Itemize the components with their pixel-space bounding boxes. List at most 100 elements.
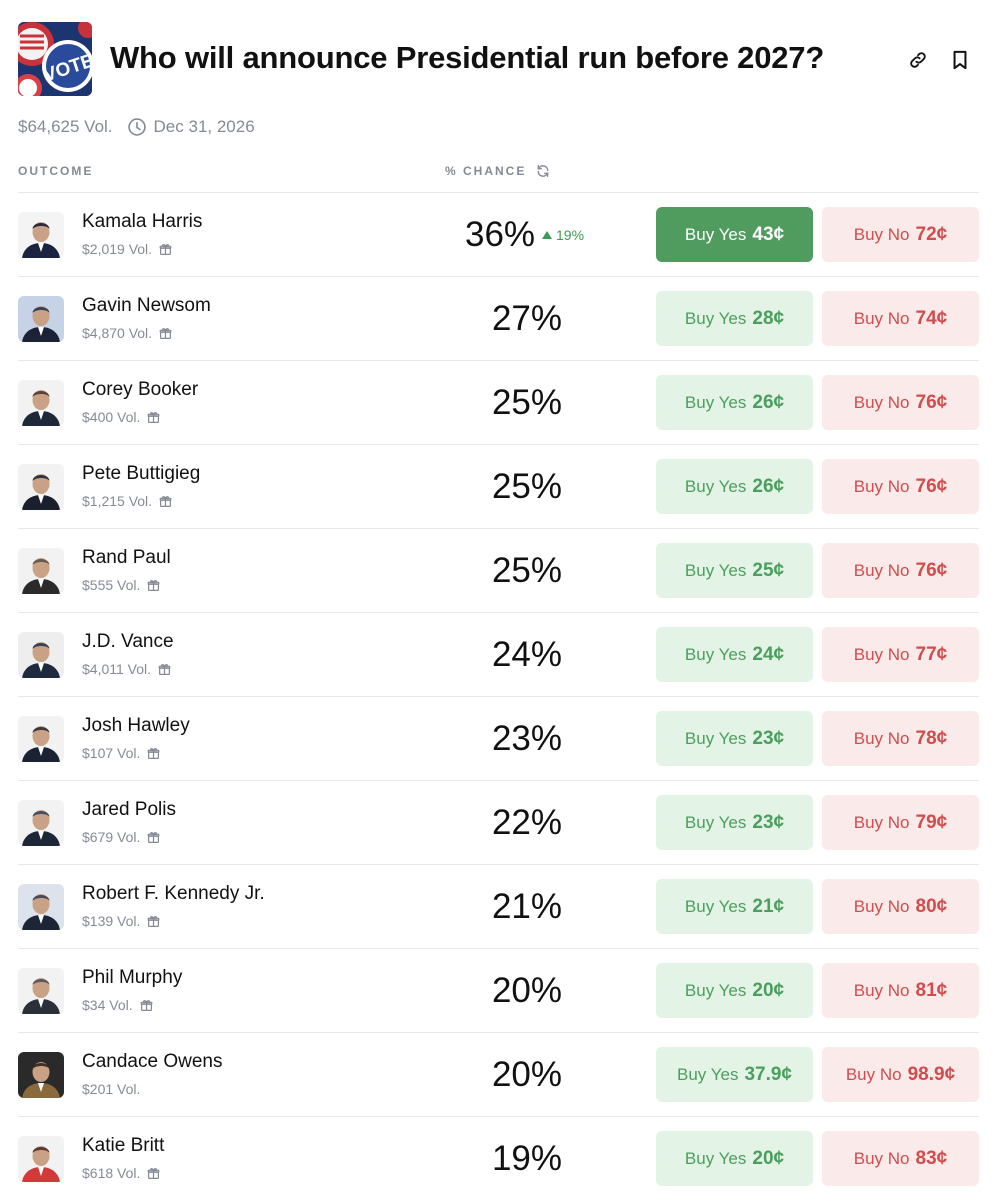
buy-yes-price: 43¢ (752, 223, 785, 245)
candidate-volume: $34 Vol. (82, 997, 133, 1013)
outcome-row[interactable]: Corey Booker $400 Vol. 25% Buy Yes 26¢ B… (18, 361, 979, 445)
triangle-up-icon (542, 231, 552, 239)
buy-yes-button[interactable]: Buy Yes 43¢ (656, 207, 813, 262)
buy-no-price: 74¢ (915, 307, 948, 329)
buy-yes-button[interactable]: Buy Yes 23¢ (656, 795, 813, 850)
gift-icon (147, 579, 160, 592)
candidate-name[interactable]: J.D. Vance (82, 631, 174, 653)
buy-yes-button[interactable]: Buy Yes 26¢ (656, 459, 813, 514)
candidate-name[interactable]: Rand Paul (82, 547, 171, 569)
buy-yes-button[interactable]: Buy Yes 24¢ (656, 627, 813, 682)
buy-no-price: 76¢ (915, 391, 948, 413)
candidate-avatar (18, 1136, 64, 1182)
buy-no-button[interactable]: Buy No 78¢ (822, 711, 979, 766)
buy-no-label: Buy No (853, 476, 910, 496)
buy-yes-price: 24¢ (752, 643, 785, 665)
gift-icon (147, 411, 160, 424)
buy-yes-button[interactable]: Buy Yes 20¢ (656, 963, 813, 1018)
candidate-volume: $139 Vol. (82, 913, 141, 929)
buy-yes-button[interactable]: Buy Yes 23¢ (656, 711, 813, 766)
chance-change-value: 19% (556, 227, 585, 243)
buy-no-button[interactable]: Buy No 80¢ (822, 879, 979, 934)
candidate-volume-line: $2,019 Vol. (82, 241, 172, 257)
outcome-row[interactable]: Josh Hawley $107 Vol. 23% Buy Yes 23¢ Bu… (18, 697, 979, 781)
candidate-name[interactable]: Josh Hawley (82, 715, 190, 737)
candidate-volume-line: $139 Vol. (82, 913, 160, 929)
buy-no-price: 98.9¢ (907, 1063, 956, 1085)
buy-yes-label: Buy Yes (684, 392, 747, 412)
candidate-name[interactable]: Robert F. Kennedy Jr. (82, 883, 265, 905)
bookmark-icon[interactable] (948, 48, 972, 72)
buy-no-button[interactable]: Buy No 76¢ (822, 543, 979, 598)
outcome-row[interactable]: Candace Owens $201 Vol. 20% Buy Yes 37.9… (18, 1033, 979, 1117)
candidate-volume-line: $201 Vol. (82, 1081, 140, 1097)
candidate-name[interactable]: Phil Murphy (82, 967, 182, 989)
candidate-name[interactable]: Gavin Newsom (82, 295, 211, 317)
candidate-volume-line: $555 Vol. (82, 577, 160, 593)
candidate-name[interactable]: Jared Polis (82, 799, 176, 821)
buy-no-button[interactable]: Buy No 76¢ (822, 375, 979, 430)
buy-yes-button[interactable]: Buy Yes 20¢ (656, 1131, 813, 1186)
buy-no-button[interactable]: Buy No 81¢ (822, 963, 979, 1018)
buy-yes-price: 23¢ (752, 811, 785, 833)
buy-no-button[interactable]: Buy No 83¢ (822, 1131, 979, 1186)
candidate-name[interactable]: Pete Buttigieg (82, 463, 200, 485)
candidate-volume: $4,870 Vol. (82, 325, 153, 341)
buy-yes-button[interactable]: Buy Yes 21¢ (656, 879, 813, 934)
candidate-name[interactable]: Katie Britt (82, 1135, 164, 1157)
buy-no-price: 76¢ (915, 559, 948, 581)
gift-icon (159, 243, 172, 256)
buy-no-button[interactable]: Buy No 76¢ (822, 459, 979, 514)
outcome-row[interactable]: Phil Murphy $34 Vol. 20% Buy Yes 20¢ Buy… (18, 949, 979, 1033)
buy-yes-label: Buy Yes (684, 896, 747, 916)
buy-no-button[interactable]: Buy No 79¢ (822, 795, 979, 850)
candidate-volume: $679 Vol. (82, 829, 141, 845)
chance-column-label: % CHANCE (445, 164, 527, 178)
buy-yes-label: Buy Yes (684, 224, 747, 244)
chance-value: 20% (491, 971, 563, 1010)
candidate-avatar (18, 716, 64, 762)
outcome-row[interactable]: Jared Polis $679 Vol. 22% Buy Yes 23¢ Bu… (18, 781, 979, 865)
candidate-volume: $2,019 Vol. (82, 241, 153, 257)
link-icon[interactable] (906, 48, 930, 72)
buy-yes-label: Buy Yes (684, 308, 747, 328)
buy-yes-button[interactable]: Buy Yes 37.9¢ (656, 1047, 813, 1102)
buy-no-button[interactable]: Buy No 98.9¢ (822, 1047, 979, 1102)
candidate-volume: $618 Vol. (82, 1165, 141, 1181)
outcome-row[interactable]: Pete Buttigieg $1,215 Vol. 25% Buy Yes 2… (18, 445, 979, 529)
buy-yes-label: Buy Yes (684, 644, 747, 664)
candidate-name[interactable]: Kamala Harris (82, 211, 202, 233)
buy-no-button[interactable]: Buy No 74¢ (822, 291, 979, 346)
candidate-volume-line: $400 Vol. (82, 409, 160, 425)
buy-yes-button[interactable]: Buy Yes 26¢ (656, 375, 813, 430)
gift-icon (140, 999, 153, 1012)
chance-value: 20% (491, 1055, 563, 1094)
outcome-row[interactable]: Rand Paul $555 Vol. 25% Buy Yes 25¢ Buy … (18, 529, 979, 613)
outcome-row[interactable]: Gavin Newsom $4,870 Vol. 27% Buy Yes 28¢… (18, 277, 979, 361)
candidate-volume: $201 Vol. (82, 1081, 141, 1097)
buy-no-label: Buy No (845, 1064, 902, 1084)
candidate-name[interactable]: Candace Owens (82, 1051, 222, 1073)
buy-yes-price: 20¢ (752, 1147, 785, 1169)
outcome-list: Kamala Harris $2,019 Vol. 36% 19% Buy Ye… (18, 192, 979, 1200)
buy-yes-button[interactable]: Buy Yes 28¢ (656, 291, 813, 346)
outcome-row[interactable]: Katie Britt $618 Vol. 19% Buy Yes 20¢ Bu… (18, 1117, 979, 1200)
buy-no-label: Buy No (853, 728, 910, 748)
outcome-row[interactable]: Kamala Harris $2,019 Vol. 36% 19% Buy Ye… (18, 193, 979, 277)
chance-value: 23% (491, 719, 563, 758)
buy-no-button[interactable]: Buy No 72¢ (822, 207, 979, 262)
buy-yes-button[interactable]: Buy Yes 25¢ (656, 543, 813, 598)
buy-yes-price: 21¢ (752, 895, 785, 917)
buy-yes-price: 37.9¢ (744, 1063, 792, 1085)
buy-no-price: 78¢ (915, 727, 948, 749)
buy-no-button[interactable]: Buy No 77¢ (822, 627, 979, 682)
chance-value: 25% (491, 467, 563, 506)
outcome-row[interactable]: J.D. Vance $4,011 Vol. 24% Buy Yes 24¢ B… (18, 613, 979, 697)
refresh-icon[interactable] (536, 164, 550, 178)
candidate-name[interactable]: Corey Booker (82, 379, 198, 401)
candidate-avatar (18, 296, 64, 342)
chance-column-header: % CHANCE (445, 164, 550, 178)
chance-value: 24% (491, 635, 563, 674)
candidate-volume-line: $107 Vol. (82, 745, 160, 761)
outcome-row[interactable]: Robert F. Kennedy Jr. $139 Vol. 21% Buy … (18, 865, 979, 949)
